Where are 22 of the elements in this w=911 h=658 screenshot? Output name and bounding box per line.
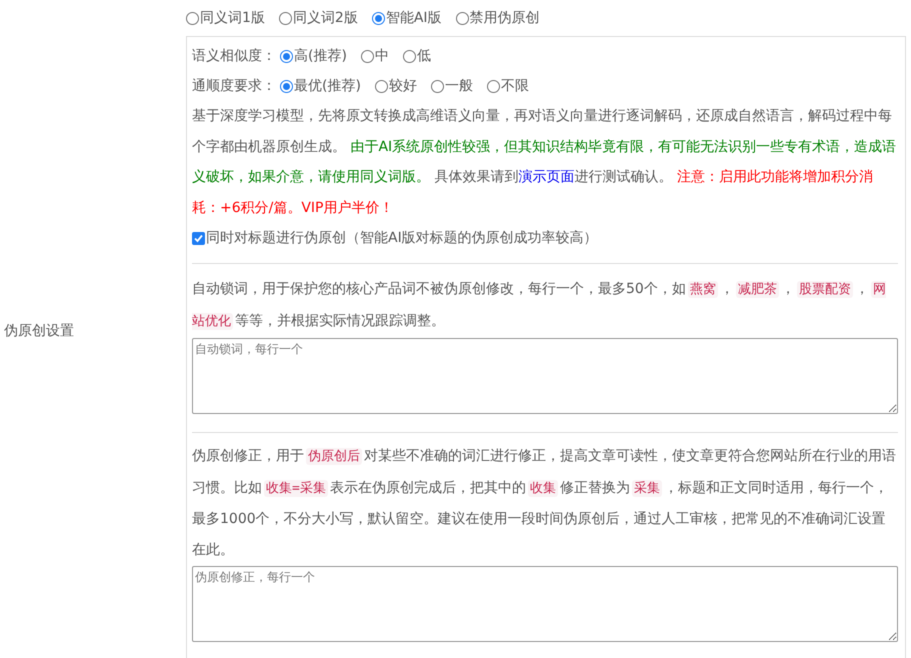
radio-option[interactable]: 高(推荐) — [280, 47, 347, 65]
section-label: 伪原创设置 — [4, 322, 74, 340]
similarity-label: 语义相似度： — [192, 47, 276, 65]
radio-option[interactable]: 智能AI版 — [372, 9, 442, 27]
checkmark-icon — [194, 234, 203, 242]
radio-option[interactable]: 最优(推荐) — [280, 77, 361, 95]
title-checkbox[interactable]: 同时对标题进行伪原创（智能AI版对标题的伪原创成功率较高） — [192, 223, 898, 253]
corrections-description: 伪原创修正，用于 伪原创后 对某些不准确的词汇进行修正，提高文章可读性，使文章更符合您网站所在行业的用语习惯。比如 收集=采集 表示在伪原创完成后，把其中的 收集 修正替换为 采集 ，标题和正文同时适用，每行一个，最多1000个，不分大小写，默认留空。建议在使用一段时间伪原创后，通过人工审核，把常见的不准确词汇设置在此。 — [192, 447, 897, 560]
corrections-field[interactable]: 伪原创修正，每行一个 — [192, 566, 898, 642]
radio-option[interactable]: 较好 — [374, 77, 417, 95]
radio-option[interactable]: 中 — [360, 47, 389, 65]
radio-option[interactable]: 低 — [402, 47, 431, 65]
radio-option[interactable]: 禁用伪原创 — [456, 9, 540, 27]
radio-option[interactable]: 不限 — [486, 77, 529, 95]
fluency-label: 通顺度要求： — [192, 77, 276, 95]
ai-description-text: 基于深度学习模型，先将原文转换成高维语义向量，再对语义向量进行逐词解码，还原成自然语言，解码过程中每个字都由机器原创生成。 由于AI系统原创性较强，但其知识结构毕竟有限，有可能无法识别一些专有术语，造成语义破坏，如果介意，请使用同义词版。 具体效果请到演示页面进行测试确认。 注意：启用此功能将增加积分消耗：+6积分/篇。VIP用户半价！ — [192, 107, 898, 218]
lock-words-description: 自动锁词，用于保护您的核心产品词不被伪原创修改，每行一个，最多50个，如 燕窝 ， 减肥茶 ， 股票配资 ， 网站优化 等等，并根据实际情况跟踪调整。 — [192, 280, 887, 332]
radio-option[interactable]: 一般 — [430, 77, 473, 95]
radio-option[interactable]: 同义词1版 — [186, 9, 265, 27]
demo-page-link[interactable]: 演示页面 — [518, 169, 574, 185]
lock-words-field[interactable]: 自动锁词，每行一个 — [192, 338, 898, 414]
radio-option[interactable]: 同义词2版 — [278, 9, 358, 27]
